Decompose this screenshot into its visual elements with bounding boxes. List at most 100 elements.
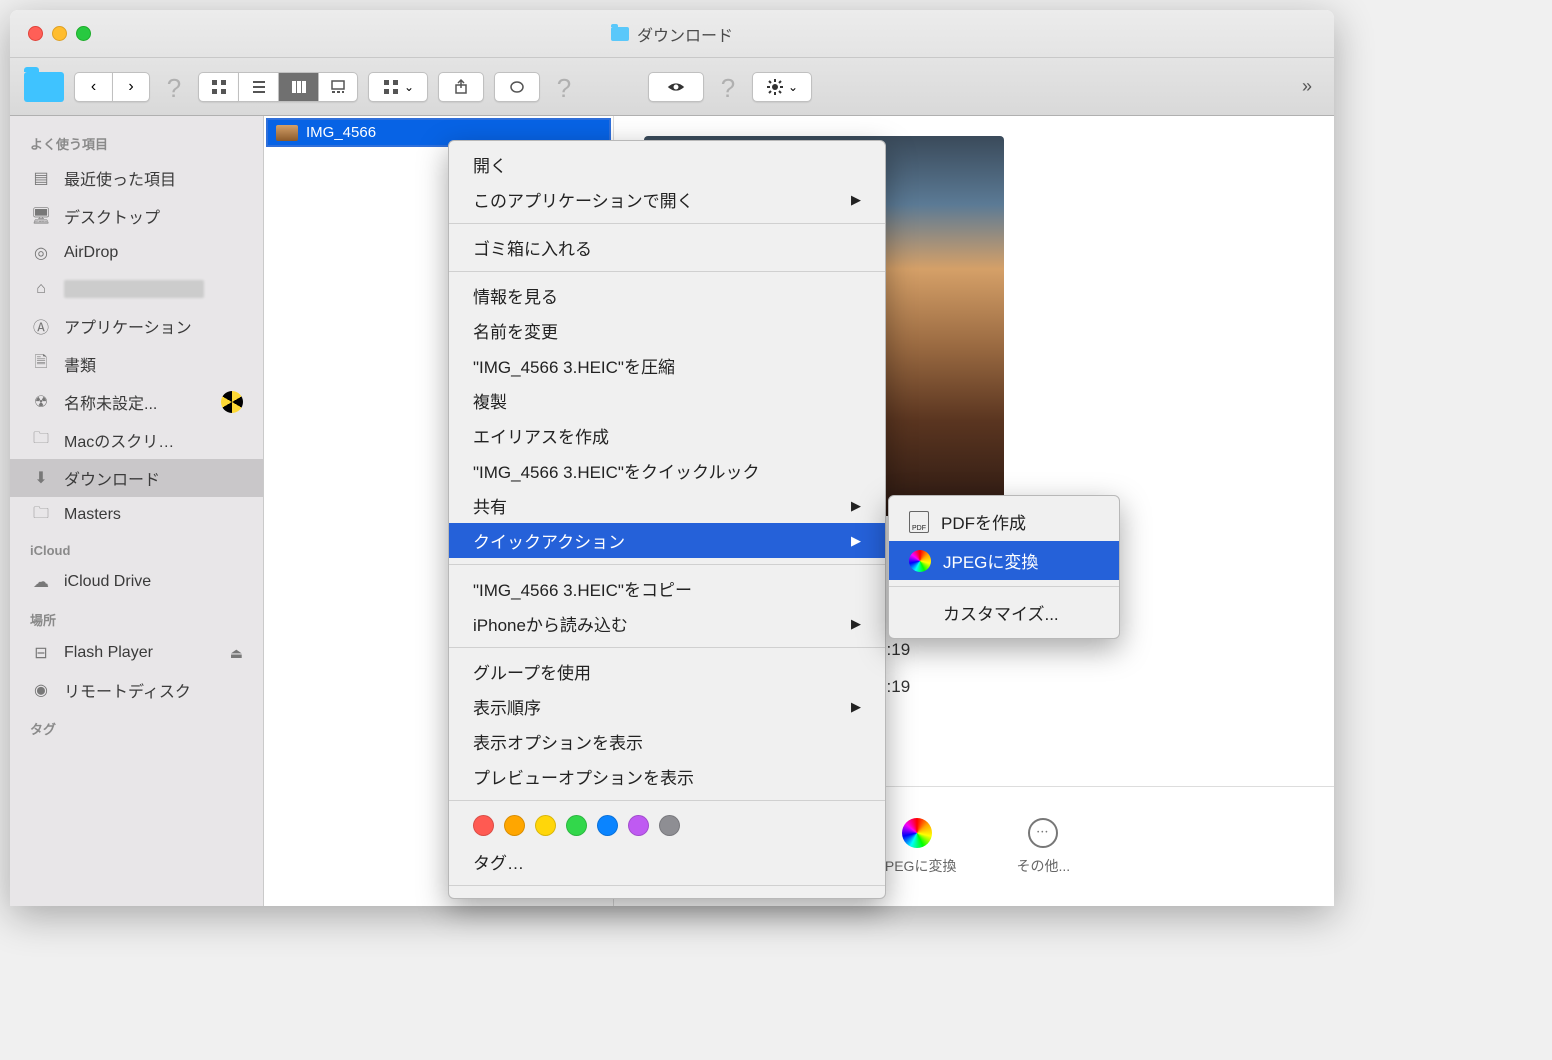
cm-separator — [449, 271, 885, 272]
quicklook-button[interactable] — [648, 72, 704, 102]
cm-quick-actions[interactable]: クイックアクション▶ — [449, 523, 885, 558]
finder-window: ダウンロード ‹ › ? ⌄ — [10, 10, 1334, 906]
tag-blue[interactable] — [597, 815, 618, 836]
tag-purple[interactable] — [628, 815, 649, 836]
sidebar-item-untitled[interactable]: ☢名称未設定... — [10, 383, 263, 421]
cm-sort-by[interactable]: 表示順序▶ — [449, 689, 885, 724]
submenu-arrow-icon: ▶ — [851, 533, 861, 549]
forward-button[interactable]: › — [112, 72, 150, 102]
apps-icon: Ⓐ — [30, 315, 52, 337]
sidebar-item-flash-player[interactable]: ⊟Flash Player⏏ — [10, 635, 263, 671]
icon-view-button[interactable] — [198, 72, 238, 102]
help-icon[interactable]: ? — [160, 73, 188, 101]
close-button[interactable] — [28, 26, 43, 41]
sidebar-header-locations: 場所 — [10, 600, 263, 635]
qa-jpeg-button[interactable]: JPEGに変換 — [878, 818, 957, 876]
submenu-arrow-icon: ▶ — [851, 498, 861, 514]
help-icon[interactable]: ? — [714, 73, 742, 101]
rainbow-icon — [909, 550, 931, 572]
sidebar-header-icloud: iCloud — [10, 533, 263, 564]
tag-green[interactable] — [566, 815, 587, 836]
folder-icon: 🗀 — [30, 504, 52, 526]
traffic-lights — [10, 26, 91, 41]
chevron-down-icon: ⌄ — [404, 80, 414, 94]
cm-trash[interactable]: ゴミ箱に入れる — [449, 230, 885, 265]
cm-open-with[interactable]: このアプリケーションで開く▶ — [449, 182, 885, 217]
cm-compress[interactable]: "IMG_4566 3.HEIC"を圧縮 — [449, 348, 885, 383]
rainbow-icon — [902, 818, 932, 848]
sm-convert-jpeg[interactable]: JPEGに変換 — [889, 541, 1119, 580]
back-button[interactable]: ‹ — [74, 72, 112, 102]
cm-separator — [449, 647, 885, 648]
radiation-icon: ☢ — [30, 391, 52, 413]
gallery-view-button[interactable] — [318, 72, 358, 102]
tag-orange[interactable] — [504, 815, 525, 836]
tag-red[interactable] — [473, 815, 494, 836]
chevron-down-icon: ⌄ — [788, 80, 798, 94]
qa-more-button[interactable]: ••• その他... — [1016, 818, 1070, 876]
docs-icon: 🗎 — [30, 353, 52, 375]
pdf-icon: PDF — [909, 511, 929, 533]
remote-icon: ◉ — [30, 679, 52, 701]
desktop-icon: 🖥 — [30, 205, 52, 227]
cm-tags-more[interactable]: タグ… — [449, 844, 885, 879]
home-icon: ⌂ — [30, 278, 52, 300]
sm-customize[interactable]: カスタマイズ... — [889, 593, 1119, 632]
cm-share[interactable]: 共有▶ — [449, 488, 885, 523]
cloud-icon: ☁ — [30, 571, 52, 593]
sidebar-item-downloads[interactable]: ⬇ダウンロード — [10, 459, 263, 497]
sidebar-item-applications[interactable]: Ⓐアプリケーション — [10, 307, 263, 345]
folder-icon — [24, 72, 64, 102]
file-thumbnail — [276, 125, 298, 141]
sidebar-item-masters[interactable]: 🗀Masters — [10, 497, 263, 533]
sidebar-item-screenshots[interactable]: 🗀 Macのスクリ… — [10, 421, 263, 459]
cm-duplicate[interactable]: 複製 — [449, 383, 885, 418]
share-button[interactable] — [438, 72, 484, 102]
cm-open[interactable]: 開く — [449, 147, 885, 182]
list-view-button[interactable] — [238, 72, 278, 102]
zoom-button[interactable] — [76, 26, 91, 41]
window-title-text: ダウンロード — [637, 22, 733, 46]
cm-get-info[interactable]: 情報を見る — [449, 278, 885, 313]
sm-create-pdf[interactable]: PDF PDFを作成 — [889, 502, 1119, 541]
eject-icon[interactable]: ⏏ — [230, 645, 243, 662]
downloads-icon: ⬇ — [30, 467, 52, 489]
airdrop-icon: ◎ — [30, 242, 52, 264]
sidebar-item-icloud-drive[interactable]: ☁iCloud Drive — [10, 564, 263, 600]
sidebar-item-recents[interactable]: ▤最近使った項目 — [10, 159, 263, 197]
radiation-badge-icon — [221, 391, 243, 413]
more-icon: ••• — [1028, 818, 1058, 848]
sidebar-item-documents[interactable]: 🗎書類 — [10, 345, 263, 383]
cm-copy[interactable]: "IMG_4566 3.HEIC"をコピー — [449, 571, 885, 606]
sidebar-item-home[interactable]: ⌂ — [10, 271, 263, 307]
action-button[interactable]: ⌄ — [752, 72, 812, 102]
cm-alias[interactable]: エイリアスを作成 — [449, 418, 885, 453]
sidebar-item-desktop[interactable]: 🖥デスクトップ — [10, 197, 263, 235]
cm-view-options[interactable]: 表示オプションを表示 — [449, 724, 885, 759]
tags-button[interactable] — [494, 72, 540, 102]
group-button[interactable]: ⌄ — [368, 72, 428, 102]
quick-actions-submenu: PDF PDFを作成 JPEGに変換 カスタマイズ... — [888, 495, 1120, 639]
titlebar: ダウンロード — [10, 10, 1334, 58]
submenu-arrow-icon: ▶ — [851, 699, 861, 715]
sidebar-header-tags: タグ — [10, 709, 263, 744]
cm-rename[interactable]: 名前を変更 — [449, 313, 885, 348]
nav-buttons: ‹ › — [74, 72, 150, 102]
sidebar-item-remote-disc[interactable]: ◉リモートディスク — [10, 671, 263, 709]
sidebar: よく使う項目 ▤最近使った項目 🖥デスクトップ ◎AirDrop ⌂ Ⓐアプリケ… — [10, 116, 264, 906]
cm-preview-options[interactable]: プレビューオプションを表示 — [449, 759, 885, 794]
tag-yellow[interactable] — [535, 815, 556, 836]
sidebar-item-airdrop[interactable]: ◎AirDrop — [10, 235, 263, 271]
minimize-button[interactable] — [52, 26, 67, 41]
submenu-arrow-icon: ▶ — [851, 192, 861, 208]
window-title: ダウンロード — [10, 22, 1334, 46]
tag-gray[interactable] — [659, 815, 680, 836]
overflow-button[interactable]: » — [1302, 76, 1320, 97]
cm-tag-colors — [449, 807, 885, 844]
cm-quicklook[interactable]: "IMG_4566 3.HEIC"をクイックルック — [449, 453, 885, 488]
help-icon[interactable]: ? — [550, 73, 578, 101]
cm-import-iphone[interactable]: iPhoneから読み込む▶ — [449, 606, 885, 641]
toolbar: ‹ › ? ⌄ ? — [10, 58, 1334, 116]
column-view-button[interactable] — [278, 72, 318, 102]
cm-use-groups[interactable]: グループを使用 — [449, 654, 885, 689]
